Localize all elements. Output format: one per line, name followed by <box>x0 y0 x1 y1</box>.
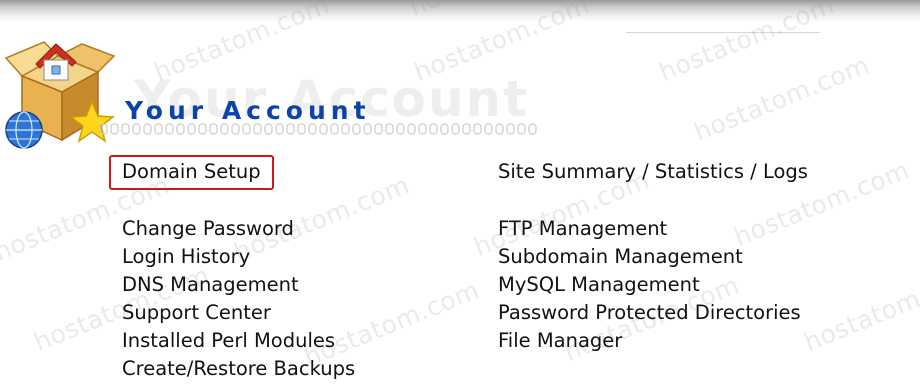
create-restore-backups-link[interactable]: Create/Restore Backups <box>122 355 355 383</box>
password-protected-directories-link[interactable]: Password Protected Directories <box>498 299 801 327</box>
ftp-management-link[interactable]: FTP Management <box>498 215 667 243</box>
mysql-management-link[interactable]: MySQL Management <box>498 271 700 299</box>
dns-management-link[interactable]: DNS Management <box>122 271 299 299</box>
watermark-text: hostatom.com <box>800 260 920 357</box>
installed-perl-modules-link[interactable]: Installed Perl Modules <box>122 327 335 355</box>
highlight-box <box>109 155 274 190</box>
top-shadow <box>0 0 920 22</box>
site-summary-link[interactable]: Site Summary / Statistics / Logs <box>498 158 808 186</box>
watermark-text: hostatom.com <box>690 50 874 147</box>
change-password-link[interactable]: Change Password <box>122 215 294 243</box>
title-divider <box>98 121 538 137</box>
support-center-link[interactable]: Support Center <box>122 299 271 327</box>
top-divider-line <box>626 32 820 33</box>
file-manager-link[interactable]: File Manager <box>498 327 622 355</box>
subdomain-management-link[interactable]: Subdomain Management <box>498 243 743 271</box>
login-history-link[interactable]: Login History <box>122 243 250 271</box>
